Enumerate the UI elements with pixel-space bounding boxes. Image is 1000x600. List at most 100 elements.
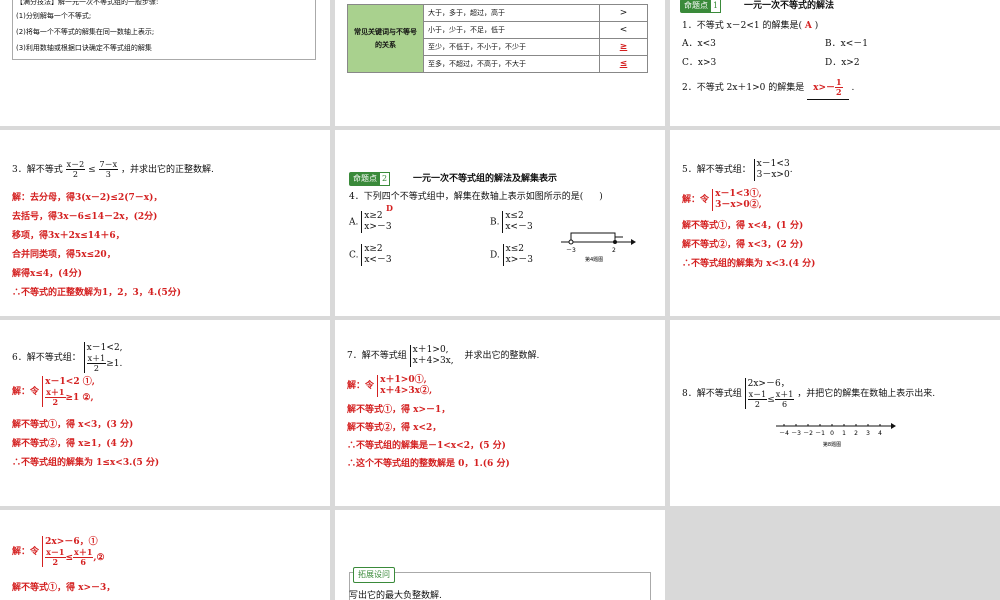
solution-line: 合并同类项，得5x≤20， — [12, 250, 116, 260]
extension-header: 拓展设问 — [353, 567, 395, 583]
fraction: x－1 2 — [747, 390, 768, 409]
inequality-system: 2x>－6， x－1 2 ≤ x＋1 6 — [744, 378, 795, 409]
fraction: 7－x 3 — [98, 160, 119, 179]
question-7-end: 并求出它的整数解. — [464, 351, 540, 361]
question-2-end: . — [851, 83, 855, 93]
inequality-system: x≤2 x>－3 — [502, 244, 533, 266]
system-line: 2x>－6， — [747, 379, 790, 389]
system-line: x<－3 — [505, 222, 533, 232]
panel-question-8-solution: 解：令 2x>－6，① x－1 2 ≤ x＋1 6 ,② 解不等式①，得 x>－3， — [0, 510, 330, 600]
fraction-denominator: 3 — [105, 170, 111, 179]
question-7-text: 7．解不等式组 — [347, 351, 407, 361]
question-5: 5．解不等式组： x－1<3 3－x>0. — [682, 158, 793, 182]
question-1-text: 1．不等式 x－2<1 的解集是( — [682, 21, 803, 31]
system-line: x＋1>0①, — [380, 374, 427, 385]
number-line-figure-4: －3 2 第4题图 — [561, 232, 636, 263]
system-line: x＋1>0, — [412, 344, 449, 355]
inequality-system: x＋1>0①, x＋4>3x②, — [377, 374, 432, 397]
solution-line: ∴不等式组的解集为 1≤x<3.(5 分) — [12, 458, 160, 468]
fraction-numerator: x＋1 — [86, 354, 107, 364]
question-8-text: 8．解不等式组 — [682, 389, 742, 399]
solution-line: ∴不等式组的解集是－1<x<2，(5 分) — [347, 441, 506, 451]
fraction-denominator: 2 — [72, 170, 78, 179]
question-4-end: ) — [599, 192, 603, 202]
system-line: x>－3 — [505, 255, 533, 265]
fraction-denominator: 6 — [80, 557, 86, 567]
symbol-cell: > — [599, 4, 648, 22]
system-line: x≤2 — [505, 211, 524, 221]
solution-line: ∴不等式组的解集为 x<3.(4 分) — [682, 259, 816, 269]
solution-system: 解：令 x－1<2 ①, x＋1 2 ≥1 ②, — [12, 376, 95, 407]
solution-prefix: 解：令 — [12, 547, 40, 557]
topic-title: 一元一次不等式组的解法及解集表示 — [412, 174, 557, 184]
question-8-end: ，并把它的解集在数轴上表示出来. — [797, 389, 936, 399]
technique-line: (2)将每一个不等式的解集在同一数轴上表示; — [16, 28, 155, 36]
fraction: x＋1 2 — [86, 354, 107, 373]
option-label: B. — [490, 217, 500, 228]
system-line: 3－x>0 — [756, 169, 790, 180]
extension-text: 写出它的最大负整数解. — [349, 591, 442, 600]
fraction-denominator: 2 — [836, 87, 842, 97]
symbol-cell: < — [599, 21, 648, 39]
question-7: 7．解不等式组 x＋1>0, x＋4>3x, 并求出它的整数解. — [347, 344, 539, 368]
inequality-system: x－1<2, x＋1 2 ≥1. — [83, 342, 123, 373]
inequality-system: x≥2 x<－3 — [361, 244, 392, 266]
fraction-denominator: 2 — [93, 364, 99, 373]
panel-keyword-table: 常见关键词与不等号的关系 大于，多于，超过，高于 > 小于，少于，不足，低于 <… — [335, 0, 665, 126]
system-line: 3－x>0②, — [715, 199, 762, 210]
question-5-text: 5．解不等式组： — [682, 165, 751, 175]
option-a: A. x≥2 x>－3 — [349, 211, 392, 233]
keyword-cell: 小于，少于，不足，低于 — [423, 21, 600, 39]
answer-text: x>－ — [813, 83, 836, 93]
solution-line: 解不等式②，得 x<3，(2 分) — [682, 240, 804, 250]
solution-line: 解不等式①，得 x<3，(3 分) — [12, 420, 134, 430]
option-label: D. — [490, 250, 500, 261]
system-line: x－1<3 — [756, 158, 790, 169]
fraction: x＋1 2 — [45, 388, 66, 407]
axis-tick-label: －2 — [803, 430, 813, 437]
inequality-sign: ≤ — [88, 165, 96, 175]
topic-number: 2 — [379, 172, 391, 186]
inequality-system: x≤2 x<－3 — [502, 211, 533, 233]
solution-system: 解：令 x－1<3①, 3－x>0②, — [682, 188, 762, 212]
system-line: ≥1 ②, — [65, 393, 94, 403]
question-1: 1．不等式 x－2<1 的解集是( A ) — [682, 20, 818, 32]
fraction-denominator: 6 — [782, 400, 788, 409]
topic-title: 一元一次不等式的解法 — [743, 1, 834, 11]
question-3-text: 3．解不等式 — [12, 165, 63, 175]
technique-line: 【满分技法】解一元一次不等式组的一般步骤: — [16, 0, 159, 6]
keyword-cell: 至少，不低于，不小于，不少于 — [423, 38, 600, 56]
panel-extension: 拓展设问 写出它的最大负整数解. — [335, 510, 665, 600]
fraction: x＋1 6 — [774, 390, 795, 409]
axis-tick-label: 3 — [866, 430, 870, 437]
solution-system: 解：令 2x>－6，① x－1 2 ≤ x＋1 6 ,② — [12, 536, 105, 567]
fraction-numerator: x－2 — [65, 160, 86, 170]
inequality-system: x－1<3①, 3－x>0②, — [712, 188, 762, 211]
topic-tag: 命题点 — [349, 172, 381, 186]
panel-question-8: 8．解不等式组 2x>－6， x－1 2 ≤ x＋1 6 ，并把它的解集在数轴上表示出来.… — [670, 320, 1000, 506]
fraction-numerator: x＋1 — [774, 390, 795, 400]
solution-line: ∴不等式的正整数解为1，2，3，4.(5分) — [12, 288, 181, 298]
answer-fraction: 12 — [835, 78, 843, 97]
extension-tag: 拓展设问 — [353, 567, 395, 583]
solution-line: 解不等式②，得 x≥1，(4 分) — [12, 439, 134, 449]
panel-technique: 【满分技法】解一元一次不等式组的一般步骤: (1)分别解每一个不等式; (2)将… — [0, 0, 330, 126]
question-2-text: 2．不等式 2x＋1>0 的解集是 — [682, 83, 805, 93]
keyword-table-head: 常见关键词与不等号的关系 — [347, 4, 424, 73]
fraction: x＋1 6 — [73, 548, 94, 567]
question-8: 8．解不等式组 2x>－6， x－1 2 ≤ x＋1 6 ，并把它的解集在数轴上表示出来. — [682, 378, 935, 409]
symbol-cell: ≥ — [599, 38, 648, 56]
solution-prefix: 解：令 — [682, 195, 710, 205]
inequality-system: x－1<3 3－x>0 — [753, 158, 790, 181]
system-line: x＋4>3x, — [412, 355, 454, 366]
question-1-end: ) — [814, 21, 819, 31]
inequality-system: x－1<2 ①, x＋1 2 ≥1 ②, — [42, 376, 95, 407]
solution-line: 解不等式①，得 x>－3， — [12, 583, 116, 593]
system-line: x－1<2, — [86, 343, 123, 353]
option-b: B. x≤2 x<－3 — [490, 211, 533, 233]
option-b: B．x<－1 — [825, 39, 868, 49]
topic-header: 命题点 2 一元一次不等式组的解法及解集表示 — [349, 172, 557, 186]
panel-question-5: 5．解不等式组： x－1<3 3－x>0. 解：令 x－1<3①, 3－x>0②, … — [670, 130, 1000, 316]
inequality-sign: ≤ — [65, 553, 74, 563]
fraction-numerator: 7－x — [98, 160, 119, 170]
